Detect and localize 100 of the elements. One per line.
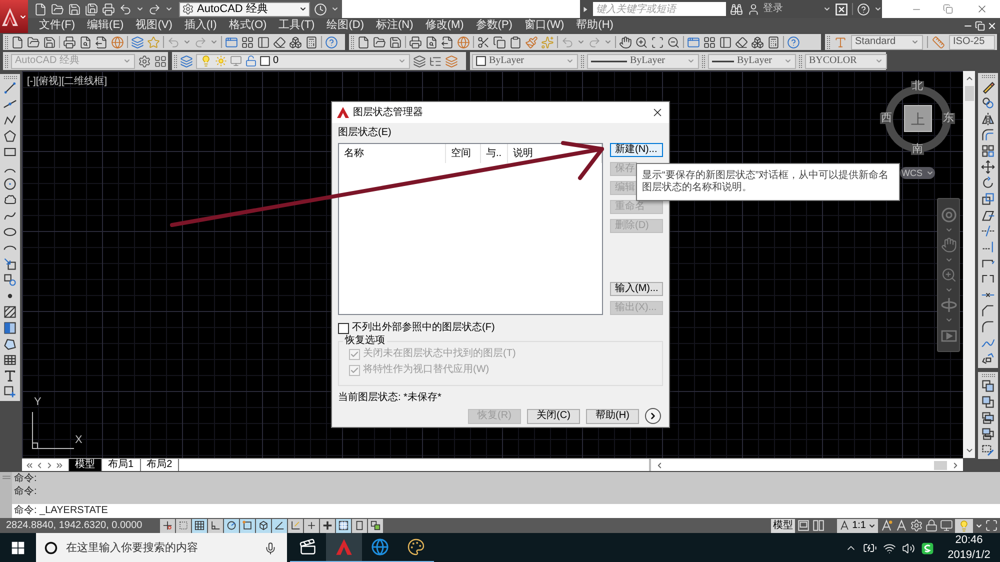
application-menu-button[interactable] [0, 0, 28, 33]
grid-icon[interactable] [703, 36, 716, 48]
x-box-icon[interactable] [835, 2, 848, 16]
caret-icon[interactable] [868, 522, 876, 530]
pan-hand-icon[interactable] [619, 36, 632, 48]
stacked-squares-icon[interactable] [981, 411, 995, 425]
color-dropdown[interactable]: ByLayer [472, 54, 578, 68]
save-all-icon[interactable] [85, 2, 98, 16]
array-icon[interactable] [981, 144, 995, 158]
scroll-down-icon[interactable] [964, 446, 974, 455]
text-style-dropdown[interactable]: Standard [851, 34, 923, 50]
ellipse-icon[interactable] [3, 225, 17, 239]
volume-icon[interactable] [902, 542, 915, 554]
open-folder-icon[interactable] [27, 36, 40, 48]
print-icon[interactable] [63, 36, 76, 48]
calculator-icon[interactable] [305, 36, 318, 48]
palette-icon[interactable] [407, 538, 425, 556]
compass-label[interactable]: 北 [911, 81, 924, 92]
file-output-icon[interactable] [95, 36, 108, 48]
star-icon[interactable] [147, 36, 160, 48]
import-button[interactable]: 输入(M)... [610, 282, 663, 296]
lock-icon[interactable] [925, 519, 938, 532]
text-tool-icon[interactable] [3, 369, 17, 383]
annotation-icon[interactable] [895, 519, 908, 532]
scale-icon[interactable] [981, 192, 995, 206]
menu-item[interactable]: 标注(N) [376, 20, 414, 31]
gear-icon[interactable] [182, 3, 194, 15]
checkbox-label[interactable]: 不列出外部参照中的图层状态(F) [352, 323, 495, 333]
help-icon[interactable] [787, 36, 800, 48]
rectangle-icon[interactable] [3, 145, 17, 159]
print-icon[interactable] [102, 2, 115, 16]
layout-icon[interactable] [797, 519, 810, 532]
steering-wheel-icon[interactable] [940, 206, 956, 223]
print-preview-icon[interactable] [425, 36, 438, 48]
user-icon[interactable] [747, 2, 760, 16]
new-button[interactable]: 新建(N)... [610, 143, 663, 157]
caret-icon[interactable] [975, 522, 983, 530]
previous-tab-icon[interactable] [35, 460, 44, 470]
cut-icon[interactable] [477, 36, 490, 48]
clock-time[interactable]: 20:46 [955, 535, 983, 546]
lightbulb-icon[interactable] [955, 518, 973, 532]
explode-icon[interactable] [981, 352, 995, 366]
toolbar-grip[interactable] [982, 374, 994, 377]
restore-icon[interactable] [975, 20, 985, 30]
print-preview-icon[interactable] [79, 36, 92, 48]
menu-item[interactable]: 绘图(D) [326, 20, 364, 31]
scan-frame-icon[interactable] [651, 36, 664, 48]
chamfer-icon[interactable] [981, 304, 995, 318]
grid-icon[interactable] [241, 36, 254, 48]
panel-icon[interactable] [719, 36, 732, 48]
clock-date[interactable]: 2019/1/2 [948, 550, 990, 561]
grid-icon[interactable] [154, 54, 167, 68]
globe-icon[interactable] [371, 538, 389, 556]
fullscreen-icon[interactable] [985, 519, 998, 532]
caret-icon[interactable] [299, 5, 307, 13]
copy-icon[interactable] [493, 36, 506, 48]
block-icon[interactable] [3, 273, 17, 287]
monitor-icon[interactable] [230, 55, 242, 67]
toolbar-grip[interactable] [4, 76, 16, 79]
search-input[interactable]: 在这里输入你要搜索的内容 [66, 540, 256, 556]
stretch-icon[interactable] [981, 208, 995, 222]
table-icon[interactable] [3, 353, 17, 367]
first-tab-icon[interactable] [25, 460, 34, 470]
toolbar-grip[interactable] [982, 75, 994, 78]
polygon-icon[interactable] [3, 129, 17, 143]
column-header[interactable]: 与.. [481, 144, 508, 163]
app-tray-icon[interactable] [921, 542, 934, 554]
file-output-icon[interactable] [441, 36, 454, 48]
wifi-icon[interactable] [883, 542, 896, 554]
workspace-dropdown[interactable]: AutoCAD 经典 [179, 2, 310, 16]
redo-icon[interactable] [148, 2, 161, 16]
close-button[interactable]: 关闭(C) [527, 408, 580, 424]
microphone-icon[interactable] [264, 542, 277, 554]
monitor-icon[interactable] [940, 519, 953, 532]
scrollbar-thumb[interactable] [964, 86, 974, 101]
clock-icon[interactable] [314, 2, 327, 16]
text-edit-icon[interactable] [981, 443, 995, 457]
color-swatch-icon[interactable] [260, 56, 270, 66]
new-document-icon[interactable] [357, 36, 370, 48]
expand-button[interactable] [645, 408, 661, 424]
toolbar-grip[interactable] [174, 54, 177, 68]
gear-icon[interactable] [138, 54, 151, 68]
scrollbar-thumb[interactable] [934, 460, 947, 470]
column-header[interactable]: 说明 [508, 144, 602, 163]
stacked-squares-icon[interactable] [981, 427, 995, 441]
offset-icon[interactable] [981, 128, 995, 142]
circle-icon[interactable] [3, 177, 17, 191]
mirror-icon[interactable] [981, 112, 995, 126]
lineweight-dropdown[interactable]: ByLayer [708, 54, 796, 68]
window-icon[interactable] [687, 36, 700, 48]
color-swatch-icon[interactable] [476, 56, 486, 66]
line-icon[interactable] [3, 81, 17, 95]
menu-item[interactable]: 视图(V) [136, 20, 172, 31]
stacked-squares-icon[interactable] [981, 395, 995, 409]
linetype-dropdown[interactable]: ByLayer [587, 54, 699, 68]
taskbar-search-field[interactable]: 在这里输入你要搜索的内容 [36, 533, 287, 562]
open-folder-icon[interactable] [373, 36, 386, 48]
polyline-icon[interactable] [3, 113, 17, 127]
triangle-right-icon[interactable] [582, 6, 589, 12]
menu-item[interactable]: 格式(O) [228, 20, 267, 31]
